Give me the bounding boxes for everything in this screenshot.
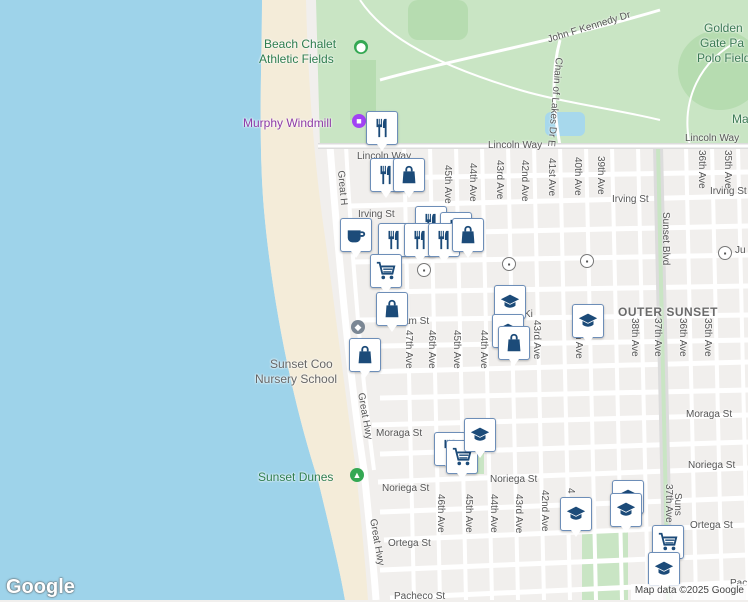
street-45th-c: 45th Ave xyxy=(463,494,474,533)
landmark-pin-icon[interactable]: ■ xyxy=(352,114,366,128)
street-noriega: Noriega St xyxy=(382,483,430,494)
shopping-bag-marker-icon[interactable] xyxy=(349,338,381,378)
school-marker-icon[interactable] xyxy=(648,552,680,592)
map-attribution: Map data ©2025 Google xyxy=(630,584,748,600)
street-44th-b: 44th Ave xyxy=(478,330,489,369)
school-marker-icon[interactable] xyxy=(610,493,642,533)
place-beach-chalet[interactable]: Beach Chalet xyxy=(264,37,336,51)
street-moraga-2: Moraga St xyxy=(686,409,733,420)
place-murphy-windmill[interactable]: Murphy Windmill xyxy=(243,116,332,130)
street-lincoln-way-3: Lincoln Way xyxy=(685,133,740,144)
google-logo: Google xyxy=(6,576,75,598)
street-ortega-2: Ortega St xyxy=(690,520,733,531)
school-marker-icon[interactable] xyxy=(464,418,496,458)
street-36th-a: 36th Ave xyxy=(696,150,707,189)
school-pin-icon[interactable]: ◆ xyxy=(351,320,365,334)
place-golden-gate-1: Golden xyxy=(704,21,743,35)
street-38th-b: 38th Ave xyxy=(629,318,640,357)
neighborhood-outer-sunset: OUTER SUNSET xyxy=(618,305,719,319)
street-judah: Ju xyxy=(735,245,746,256)
cafe-marker-icon[interactable] xyxy=(340,218,372,258)
street-43rd-b: 43rd Ave xyxy=(531,320,542,360)
street-35th-a: 35th Ave xyxy=(722,150,733,189)
place-nursery-school[interactable]: Nursery School xyxy=(255,372,337,386)
street-pacheco: Pacheco St xyxy=(394,591,446,602)
street-35th-b: 35th Ave xyxy=(702,318,713,357)
street-45th-a: 45th Ave xyxy=(442,165,453,204)
restaurant-marker-icon[interactable] xyxy=(366,111,398,151)
street-46th-c: 46th Ave xyxy=(435,494,446,533)
street-moraga: Moraga St xyxy=(376,428,423,439)
place-golden-gate-2: Gate Pa xyxy=(700,36,745,50)
place-athletic-fields[interactable]: Athletic Fields xyxy=(259,52,334,66)
street-irving-2: Irving St xyxy=(612,194,649,205)
street-noriega-3: Noriega St xyxy=(688,460,736,471)
park-tree-icon[interactable]: ▲ xyxy=(350,468,364,482)
shopping-bag-marker-icon[interactable] xyxy=(393,158,425,198)
bus-stop-icon[interactable]: ▪ xyxy=(417,263,431,277)
street-47th-b: 47th Ave xyxy=(403,330,414,369)
bus-stop-icon[interactable]: ▪ xyxy=(502,257,516,271)
street-4-c: 4 xyxy=(565,488,576,494)
place-ma: Ma xyxy=(732,112,748,126)
street-ortega: Ortega St xyxy=(388,538,431,549)
street-39th-a: 39th Ave xyxy=(595,156,606,195)
shopping-bag-marker-icon[interactable] xyxy=(498,326,530,366)
street-noriega-2: Noriega St xyxy=(490,474,538,485)
place-sunset-dunes[interactable]: Sunset Dunes xyxy=(258,470,333,484)
street-44th-a: 44th Ave xyxy=(467,163,478,202)
street-45th-b: 45th Ave xyxy=(451,330,462,369)
street-42nd-a: 42nd Ave xyxy=(519,160,530,202)
park-pin-icon[interactable]: ⬤ xyxy=(354,40,368,54)
place-golden-gate-3: Polo Field xyxy=(697,51,748,65)
street-sunset-blvd: Sunset Blvd xyxy=(660,212,671,266)
street-43rd-a: 43rd Ave xyxy=(494,160,505,200)
school-marker-icon[interactable] xyxy=(572,304,604,344)
street-37th-c: 37th Ave xyxy=(663,484,674,523)
street-40th-a: 40th Ave xyxy=(572,157,583,196)
place-sunset-coop[interactable]: Sunset Coo xyxy=(270,357,333,371)
street-42nd-c: 42nd Ave xyxy=(539,490,550,532)
shopping-bag-marker-icon[interactable] xyxy=(452,218,484,258)
street-43rd-c: 43rd Ave xyxy=(513,494,524,534)
street-lincoln-way-2: Lincoln Way xyxy=(488,140,543,151)
school-marker-icon[interactable] xyxy=(560,497,592,537)
street-46th-b: 46th Ave xyxy=(426,330,437,369)
street-37th-b: 37th Ave xyxy=(652,318,663,357)
bus-stop-icon[interactable]: ▪ xyxy=(718,246,732,260)
bus-stop-icon[interactable]: ▪ xyxy=(580,254,594,268)
shopping-bag-marker-icon[interactable] xyxy=(376,292,408,332)
street-41st-a: 41st Ave xyxy=(546,158,557,197)
street-36th-b: 36th Ave xyxy=(677,318,688,357)
grocery-cart-marker-icon[interactable] xyxy=(370,254,402,294)
street-44th-c: 44th Ave xyxy=(488,494,499,533)
